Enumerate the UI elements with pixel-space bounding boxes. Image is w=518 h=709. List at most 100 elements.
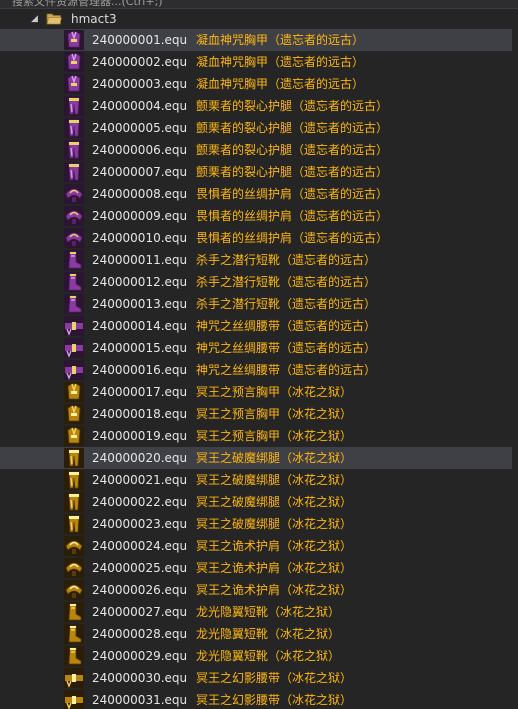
item-name: 冥王之幻影腰带（冰花之狱）: [196, 693, 353, 707]
file-row[interactable]: 240000027.equ 龙光隐翼短靴（冰花之狱）: [0, 601, 518, 623]
belt-gold-icon: [64, 668, 84, 688]
shoulder-purple-icon: [64, 228, 84, 248]
item-name: 神咒之丝绸腰带（遗忘者的远古）: [196, 363, 377, 377]
file-row[interactable]: 240000026.equ 冥王之诡术护肩（冰花之狱）: [0, 579, 518, 601]
file-row[interactable]: 240000010.equ 畏惧者的丝绸护肩（遗忘者的远古）: [0, 227, 518, 249]
file-name: 240000014.equ: [92, 319, 188, 333]
file-row[interactable]: 240000028.equ 龙光隐翼短靴（冰花之狱）: [0, 623, 518, 645]
file-row[interactable]: 240000023.equ 冥王之破魔绑腿（冰花之狱）: [0, 513, 518, 535]
item-name: 神咒之丝绸腰带（遗忘者的远古）: [196, 341, 377, 355]
item-name: 冥王之预言胸甲（冰花之狱）: [196, 407, 353, 421]
file-name: 240000017.equ: [92, 385, 188, 399]
item-name: 颤栗者的裂心护腿（遗忘者的远古）: [196, 143, 389, 157]
file-row[interactable]: 240000006.equ 颤栗者的裂心护腿（遗忘者的远古）: [0, 139, 518, 161]
file-row[interactable]: 240000020.equ 冥王之破魔绑腿（冰花之狱）: [0, 447, 518, 469]
file-name: 240000020.equ: [92, 451, 188, 465]
file-row[interactable]: 240000018.equ 冥王之预言胸甲（冰花之狱）: [0, 403, 518, 425]
file-name: 240000005.equ: [92, 121, 188, 135]
item-name: 冥王之幻影腰带（冰花之狱）: [196, 671, 353, 685]
legs-gold-icon: [64, 470, 84, 490]
file-name: 240000010.equ: [92, 231, 188, 245]
item-name: 冥王之破魔绑腿（冰花之狱）: [196, 473, 353, 487]
file-row[interactable]: 240000013.equ 杀手之潜行短靴（遗忘者的远古）: [0, 293, 518, 315]
file-row[interactable]: 240000025.equ 冥王之诡术护肩（冰花之狱）: [0, 557, 518, 579]
file-list: 240000001.equ 凝血神咒胸甲（遗忘者的远古） 240000002.equ…: [0, 29, 518, 709]
file-row[interactable]: 240000012.equ 杀手之潜行短靴（遗忘者的远古）: [0, 271, 518, 293]
file-explorer-window: 搜索文件资源管理器...(Ctrl+;) ◢ hmact3 240000001.…: [0, 0, 518, 709]
file-row[interactable]: 240000031.equ 冥王之幻影腰带（冰花之狱）: [0, 689, 518, 709]
shoulder-gold-icon: [64, 536, 84, 556]
explorer-search-bar[interactable]: 搜索文件资源管理器...(Ctrl+;): [0, 0, 518, 9]
file-name: 240000002.equ: [92, 55, 188, 69]
file-row[interactable]: 240000008.equ 畏惧者的丝绸护肩（遗忘者的远古）: [0, 183, 518, 205]
item-name: 杀手之潜行短靴（遗忘者的远古）: [196, 253, 377, 267]
armor-gold-icon: [64, 382, 84, 402]
file-name: 240000009.equ: [92, 209, 188, 223]
file-name: 240000024.equ: [92, 539, 188, 553]
file-row[interactable]: 240000030.equ 冥王之幻影腰带（冰花之狱）: [0, 667, 518, 689]
item-name: 畏惧者的丝绸护肩（遗忘者的远古）: [196, 231, 389, 245]
file-row[interactable]: 240000014.equ 神咒之丝绸腰带（遗忘者的远古）: [0, 315, 518, 337]
item-name: 畏惧者的丝绸护肩（遗忘者的远古）: [196, 209, 389, 223]
file-name: 240000006.equ: [92, 143, 188, 157]
file-row[interactable]: 240000022.equ 冥王之破魔绑腿（冰花之狱）: [0, 491, 518, 513]
file-name: 240000021.equ: [92, 473, 188, 487]
file-row[interactable]: 240000011.equ 杀手之潜行短靴（遗忘者的远古）: [0, 249, 518, 271]
legs-purple-icon: [64, 96, 84, 116]
file-row[interactable]: 240000016.equ 神咒之丝绸腰带（遗忘者的远古）: [0, 359, 518, 381]
file-row[interactable]: 240000005.equ 颤栗者的裂心护腿（遗忘者的远古）: [0, 117, 518, 139]
file-row[interactable]: 240000019.equ 冥王之预言胸甲（冰花之狱）: [0, 425, 518, 447]
item-name: 颤栗者的裂心护腿（遗忘者的远古）: [196, 121, 389, 135]
item-name: 凝血神咒胸甲（遗忘者的远古）: [196, 33, 365, 47]
boots-gold-icon: [64, 624, 84, 644]
item-name: 冥王之诡术护肩（冰花之狱）: [196, 539, 353, 553]
boots-purple-icon: [64, 272, 84, 292]
file-name: 240000029.equ: [92, 649, 188, 663]
item-name: 冥王之预言胸甲（冰花之狱）: [196, 429, 353, 443]
file-name: 240000012.equ: [92, 275, 188, 289]
item-name: 冥王之诡术护肩（冰花之狱）: [196, 583, 353, 597]
item-name: 凝血神咒胸甲（遗忘者的远古）: [196, 77, 365, 91]
shoulder-gold-icon: [64, 580, 84, 600]
file-name: 240000004.equ: [92, 99, 188, 113]
item-name: 冥王之破魔绑腿（冰花之狱）: [196, 451, 353, 465]
file-row[interactable]: 240000017.equ 冥王之预言胸甲（冰花之狱）: [0, 381, 518, 403]
file-name: 240000022.equ: [92, 495, 188, 509]
shoulder-gold-icon: [64, 558, 84, 578]
file-row[interactable]: 240000004.equ 颤栗者的裂心护腿（遗忘者的远古）: [0, 95, 518, 117]
file-name: 240000008.equ: [92, 187, 188, 201]
item-name: 杀手之潜行短靴（遗忘者的远古）: [196, 275, 377, 289]
file-row[interactable]: 240000009.equ 畏惧者的丝绸护肩（遗忘者的远古）: [0, 205, 518, 227]
belt-purple-icon: [64, 316, 84, 336]
file-name: 240000011.equ: [92, 253, 188, 267]
file-row[interactable]: 240000001.equ 凝血神咒胸甲（遗忘者的远古）: [0, 29, 518, 51]
boots-gold-icon: [64, 602, 84, 622]
scrollbar-track[interactable]: [512, 9, 518, 709]
item-name: 杀手之潜行短靴（遗忘者的远古）: [196, 297, 377, 311]
legs-purple-icon: [64, 140, 84, 160]
item-name: 冥王之诡术护肩（冰花之狱）: [196, 561, 353, 575]
file-row[interactable]: 240000029.equ 龙光隐翼短靴（冰花之狱）: [0, 645, 518, 667]
armor-gold-icon: [64, 404, 84, 424]
file-row[interactable]: 240000024.equ 冥王之诡术护肩（冰花之狱）: [0, 535, 518, 557]
item-name: 颤栗者的裂心护腿（遗忘者的远古）: [196, 99, 389, 113]
boots-gold-icon: [64, 646, 84, 666]
chevron-down-icon[interactable]: ◢: [31, 13, 38, 25]
file-row[interactable]: 240000007.equ 颤栗者的裂心护腿（遗忘者的远古）: [0, 161, 518, 183]
folder-node-hmact3[interactable]: ◢ hmact3: [0, 9, 518, 29]
file-row[interactable]: 240000002.equ 凝血神咒胸甲（遗忘者的远古）: [0, 51, 518, 73]
armor-gold-icon: [64, 426, 84, 446]
file-row[interactable]: 240000015.equ 神咒之丝绸腰带（遗忘者的远古）: [0, 337, 518, 359]
item-name: 颤栗者的裂心护腿（遗忘者的远古）: [196, 165, 389, 179]
file-name: 240000027.equ: [92, 605, 188, 619]
legs-purple-icon: [64, 162, 84, 182]
item-name: 龙光隐翼短靴（冰花之狱）: [196, 605, 341, 619]
file-row[interactable]: 240000003.equ 凝血神咒胸甲（遗忘者的远古）: [0, 73, 518, 95]
item-name: 龙光隐翼短靴（冰花之狱）: [196, 627, 341, 641]
legs-gold-icon: [64, 492, 84, 512]
file-row[interactable]: 240000021.equ 冥王之破魔绑腿（冰花之狱）: [0, 469, 518, 491]
shoulder-purple-icon: [64, 206, 84, 226]
item-name: 龙光隐翼短靴（冰花之狱）: [196, 649, 341, 663]
folder-open-icon: [46, 13, 62, 25]
armor-purple-icon: [64, 30, 84, 50]
